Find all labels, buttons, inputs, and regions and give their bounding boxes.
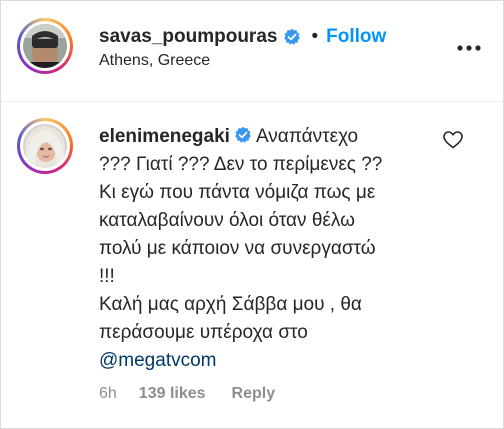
author-avatar[interactable] [17,18,73,74]
comment-text: elenimenegaki Αναπάντεχο ??? Γιατί ??? Δ… [99,123,441,375]
comment-meta: 6h 139 likes Reply [99,385,275,403]
commenter-avatar[interactable] [17,118,73,174]
heart-icon[interactable] [443,131,463,149]
more-options-icon[interactable] [457,39,481,51]
commenter-username[interactable]: elenimenegaki [99,126,230,147]
comment-line: !!! [99,266,115,287]
comment-likes[interactable]: 139 likes [139,385,206,403]
comment-line: Αναπάντεχο [255,126,359,147]
comment-timestamp[interactable]: 6h [99,385,117,403]
reply-button[interactable]: Reply [232,385,276,403]
mention-link[interactable]: @megatvcom [99,347,441,375]
comment-first-line: elenimenegaki Αναπάντεχο [99,123,441,151]
comment-line: καταλαβαίνουν όλοι όταν θέλω [99,210,355,231]
follow-button[interactable]: Follow [326,26,386,48]
comment-line: πολύ με κάποιον να συνεργαστώ [99,238,376,259]
verified-badge-icon [283,28,301,46]
header-name-row: savas_poumpouras • Follow [99,25,386,49]
commenter-avatar-image [23,124,67,168]
separator-dot: • [311,26,319,47]
post-location[interactable]: Athens, Greece [99,52,210,70]
verified-badge-icon [234,125,252,143]
author-avatar-image [23,24,67,68]
instagram-post-panel: savas_poumpouras • Follow Athens, Greece [0,0,504,429]
comment-line: ??? Γιατί ??? Δεν το περίμενες ?? [99,154,383,175]
comment-line: Κι εγώ που πάντα νόμιζα πως με [99,182,376,203]
comment-line: περάσουμε υπέροχα στο [99,322,308,343]
author-username[interactable]: savas_poumpouras [99,26,277,48]
post-header: savas_poumpouras • Follow Athens, Greece [1,1,503,102]
comment-line: Καλή μας αρχή Σάββα μου , θα [99,294,362,315]
